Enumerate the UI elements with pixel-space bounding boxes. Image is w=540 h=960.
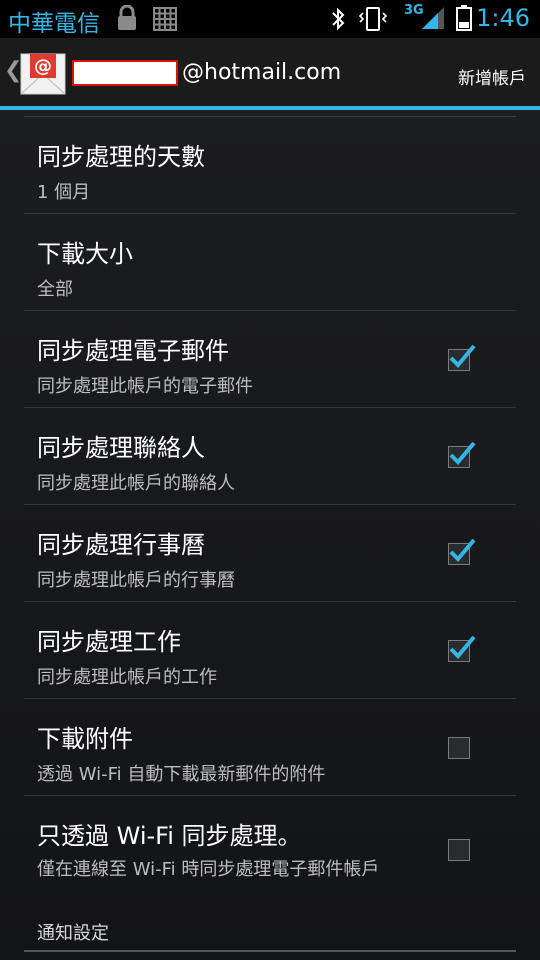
- bluetooth-icon: [330, 7, 346, 35]
- sync-contacts-checkbox[interactable]: [448, 441, 476, 468]
- status-bar: 中華電信 3G 1:46: [0, 0, 540, 38]
- setting-download-size[interactable]: 下載大小 全部: [0, 214, 540, 311]
- setting-summary: 同步處理此帳戶的工作: [37, 667, 217, 688]
- setting-summary: 同步處理此帳戶的行事曆: [37, 570, 235, 591]
- checkmark-icon: [449, 538, 476, 562]
- setting-sync-contacts[interactable]: 同步處理聯絡人 同步處理此帳戶的聯絡人: [0, 408, 540, 505]
- action-bar: ❮ @ @hotmail.com 新增帳戶: [0, 38, 540, 106]
- sync-calendar-checkbox[interactable]: [448, 538, 476, 565]
- checkmark-icon: [449, 441, 476, 465]
- section-divider: [24, 950, 516, 952]
- setting-title: 同步處理的天數: [37, 143, 205, 171]
- battery-icon: [456, 5, 472, 35]
- add-account-button[interactable]: 新增帳戶: [458, 64, 526, 89]
- svg-text:@: @: [34, 56, 52, 77]
- email-app-icon[interactable]: @: [20, 52, 66, 96]
- setting-summary: 同步處理此帳戶的聯絡人: [37, 473, 235, 494]
- checkmark-icon: [449, 344, 476, 368]
- sync-tasks-checkbox[interactable]: [448, 635, 476, 662]
- vibrate-icon: [358, 6, 388, 36]
- setting-sync-email[interactable]: 同步處理電子郵件 同步處理此帳戶的電子郵件: [0, 311, 540, 408]
- setting-title: 下載大小: [37, 240, 133, 268]
- setting-title: 同步處理聯絡人: [37, 434, 205, 462]
- wifi-only-sync-checkbox[interactable]: [448, 839, 470, 861]
- setting-title: 同步處理工作: [37, 628, 181, 656]
- setting-download-attachments[interactable]: 下載附件 透過 Wi-Fi 自動下載最新郵件的附件: [0, 699, 540, 796]
- settings-list: 同步處理的天數 1 個月 下載大小 全部 同步處理電子郵件 同步處理此帳戶的電子…: [0, 110, 540, 960]
- setting-summary: 透過 Wi-Fi 自動下載最新郵件的附件: [37, 764, 326, 785]
- setting-title: 同步處理行事曆: [37, 531, 205, 559]
- download-attachments-checkbox[interactable]: [448, 737, 470, 759]
- lock-icon: [116, 4, 138, 35]
- setting-summary: 全部: [37, 279, 73, 300]
- redacted-username: [72, 60, 178, 86]
- signal-icon: [420, 6, 446, 34]
- clock: 1:46: [476, 4, 530, 32]
- setting-title: 只透過 Wi-Fi 同步處理。: [37, 822, 302, 850]
- setting-summary: 同步處理此帳戶的電子郵件: [37, 376, 253, 397]
- setting-summary: 1 個月: [37, 182, 91, 203]
- account-email: @hotmail.com: [182, 60, 342, 85]
- section-header-notifications: 通知設定: [37, 923, 109, 944]
- setting-sync-calendar[interactable]: 同步處理行事曆 同步處理此帳戶的行事曆: [0, 505, 540, 602]
- setting-summary: 僅在連線至 Wi-Fi 時同步處理電子郵件帳戶: [37, 859, 380, 880]
- setting-sync-tasks[interactable]: 同步處理工作 同步處理此帳戶的工作: [0, 602, 540, 699]
- setting-title: 同步處理電子郵件: [37, 337, 229, 365]
- setting-title: 下載附件: [37, 725, 133, 753]
- sync-email-checkbox[interactable]: [448, 344, 476, 371]
- carrier-name: 中華電信: [8, 11, 100, 37]
- setting-wifi-only-sync[interactable]: 只透過 Wi-Fi 同步處理。 僅在連線至 Wi-Fi 時同步處理電子郵件帳戶: [0, 796, 540, 906]
- setting-sync-days[interactable]: 同步處理的天數 1 個月: [0, 117, 540, 214]
- grid-icon: [153, 7, 177, 35]
- checkmark-icon: [449, 635, 476, 659]
